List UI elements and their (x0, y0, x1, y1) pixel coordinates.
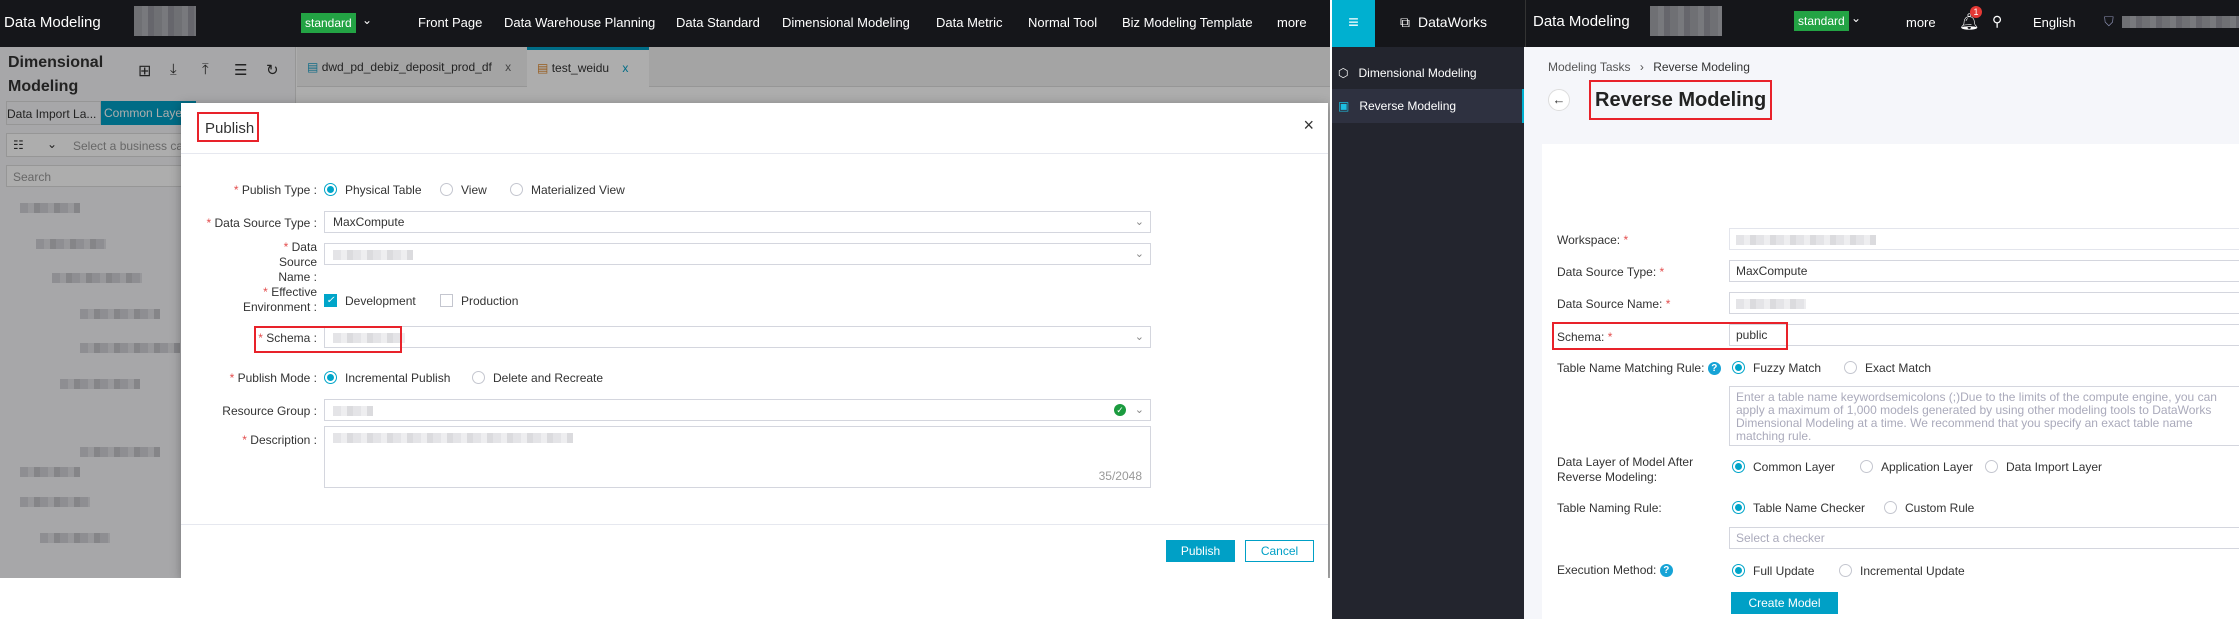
radio-custom-rule[interactable]: Custom Rule (1884, 500, 1974, 515)
data-source-type-label: * Data Source Type : (206, 216, 317, 230)
radio-incremental-update[interactable]: Incremental Update (1839, 563, 1965, 578)
schema-input[interactable]: public (1729, 324, 2239, 346)
table-naming-rule-label: Table Naming Rule: (1557, 501, 1662, 515)
radio-fuzzy-match[interactable]: Fuzzy Match (1732, 360, 1821, 375)
chevron-right-icon: › (1639, 60, 1644, 74)
chevron-down-icon: ⌄ (1134, 404, 1144, 416)
menu-icon[interactable]: ≡ (1332, 0, 1375, 47)
radio-full-update[interactable]: Full Update (1732, 563, 1814, 578)
breadcrumb-modeling-tasks[interactable]: Modeling Tasks (1548, 60, 1631, 74)
reverse-icon: ▣ (1338, 99, 1350, 113)
chevron-down-icon[interactable]: ⌄ (1851, 11, 1861, 25)
breadcrumb-reverse-modeling: Reverse Modeling (1653, 60, 1750, 74)
radio-exact-match[interactable]: Exact Match (1844, 360, 1931, 375)
resource-group-select[interactable]: ✓ ⌄ (324, 399, 1151, 421)
publish-mode-label: * Publish Mode : (229, 371, 317, 385)
publish-type-label: * Publish Type : (233, 183, 317, 197)
publish-button[interactable]: Publish (1166, 540, 1235, 562)
highlight-box (1552, 322, 1788, 350)
check-circle-icon: ✓ (1114, 404, 1126, 416)
workspace-name-blurred[interactable] (1650, 6, 1722, 36)
nav-data-warehouse-planning[interactable]: Data Warehouse Planning (504, 15, 655, 30)
user-name-blurred[interactable] (2122, 16, 2239, 28)
sidebar-item-reverse-modeling[interactable]: ▣ Reverse Modeling (1332, 89, 1524, 123)
app-title[interactable]: Data Modeling (1533, 13, 1630, 30)
dataworks-logo-icon: ⧉ (1400, 14, 1410, 30)
sidebar-item-dimensional-modeling[interactable]: ⬡ Dimensional Modeling (1332, 57, 1524, 89)
divider (1525, 0, 1526, 47)
nav-normal-tool[interactable]: Normal Tool (1028, 15, 1097, 30)
checkbox-development[interactable]: ✓ Development (324, 293, 416, 308)
radio-incremental-publish[interactable]: Incremental Publish (324, 370, 450, 385)
data-source-name-select[interactable]: ⌄ (324, 243, 1151, 265)
user-avatar-icon[interactable]: ⛉ (2104, 14, 2114, 30)
create-model-button[interactable]: Create Model (1731, 592, 1838, 614)
more-menu[interactable]: more (1906, 15, 1936, 30)
workspace-select[interactable] (1729, 228, 2239, 250)
chevron-down-icon: ⌄ (1134, 216, 1144, 228)
top-bar: Data Modeling standard ⌄ Front Page Data… (0, 0, 1330, 47)
radio-physical-table[interactable]: Physical Table (324, 182, 422, 197)
chevron-down-icon: ⌄ (1134, 331, 1144, 343)
cancel-button[interactable]: Cancel (1245, 540, 1314, 562)
top-bar: ≡ ⧉ DataWorks Data Modeling standard ⌄ m… (1332, 0, 2239, 47)
table-name-matching-rule-label: Table Name Matching Rule: ? (1557, 361, 1721, 376)
help-icon[interactable]: ? (1659, 564, 1673, 578)
execution-method-label: Execution Method: ? (1557, 563, 1673, 578)
help-icon[interactable]: ? (1707, 362, 1721, 376)
radio-table-name-checker[interactable]: Table Name Checker (1732, 500, 1865, 515)
close-icon[interactable]: × (1303, 115, 1314, 136)
radio-application-layer[interactable]: Application Layer (1860, 459, 1973, 474)
char-counter: 35/2048 (1098, 469, 1142, 483)
table-name-keyword-textarea[interactable]: Enter a table name keywordsemicolons (;)… (1729, 386, 2239, 446)
data-source-type-select[interactable]: MaxCompute (1729, 260, 2239, 282)
data-source-name-select[interactable] (1729, 292, 2239, 314)
back-button[interactable]: ← (1548, 89, 1570, 111)
description-textarea[interactable]: 35/2048 (324, 426, 1151, 488)
dialog-footer-divider (181, 524, 1328, 525)
nav-dimensional-modeling[interactable]: Dimensional Modeling (782, 15, 910, 30)
cube-icon: ⬡ (1338, 66, 1349, 80)
tools-icon[interactable]: ⚲ (1992, 13, 2002, 30)
data-source-type-select[interactable]: MaxCompute ⌄ (324, 211, 1151, 233)
breadcrumb: Modeling Tasks › Reverse Modeling (1548, 60, 1750, 74)
highlight-box (1589, 80, 1772, 120)
workspace-label: Workspace: * (1557, 233, 1629, 247)
data-source-type-label: Data Source Type: * (1557, 265, 1665, 279)
left-screen: Data Modeling standard ⌄ Front Page Data… (0, 0, 1330, 578)
brand[interactable]: DataWorks (1418, 14, 1487, 30)
effective-environment-label: * Effective Environment : (242, 285, 317, 314)
chevron-down-icon: ⌄ (1134, 248, 1144, 260)
checkbox-production[interactable]: Production (440, 293, 518, 308)
publish-dialog: Publish × * Publish Type : Physical Tabl… (181, 103, 1328, 578)
radio-common-layer[interactable]: Common Layer (1732, 459, 1835, 474)
env-badge[interactable]: standard (301, 13, 356, 33)
nav-front-page[interactable]: Front Page (418, 15, 482, 30)
data-source-name-label: Data Source Name: * (1557, 297, 1671, 311)
schema-select[interactable]: ⌄ (324, 326, 1151, 348)
language-switch[interactable]: English (2033, 15, 2076, 30)
highlight-box (197, 112, 259, 142)
chevron-down-icon[interactable]: ⌄ (362, 13, 372, 27)
highlight-box (254, 326, 402, 353)
nav-data-metric[interactable]: Data Metric (936, 15, 1002, 30)
sidebar: ⬡ Dimensional Modeling ▣ Reverse Modeling (1332, 47, 1524, 619)
radio-data-import-layer[interactable]: Data Import Layer (1985, 459, 2102, 474)
nav-more[interactable]: more (1277, 15, 1307, 30)
notification-badge: 1 (1970, 6, 1982, 18)
nav-biz-modeling-template[interactable]: Biz Modeling Template (1122, 15, 1253, 30)
app-title[interactable]: Data Modeling (4, 14, 101, 31)
radio-view[interactable]: View (440, 182, 487, 197)
radio-materialized-view[interactable]: Materialized View (510, 182, 625, 197)
env-badge[interactable]: standard (1794, 11, 1849, 31)
workspace-name-blurred[interactable] (134, 6, 196, 36)
data-layer-label: Data Layer of Model After Reverse Modeli… (1557, 455, 1694, 484)
radio-delete-and-recreate[interactable]: Delete and Recreate (472, 370, 603, 385)
dialog-header-divider (181, 153, 1328, 154)
resource-group-label: Resource Group : (222, 404, 317, 418)
nav-data-standard[interactable]: Data Standard (676, 15, 760, 30)
description-label: * Description : (242, 433, 317, 447)
data-source-name-label: * Data Source Name : (278, 240, 317, 284)
checker-select[interactable]: Select a checker (1729, 527, 2239, 549)
